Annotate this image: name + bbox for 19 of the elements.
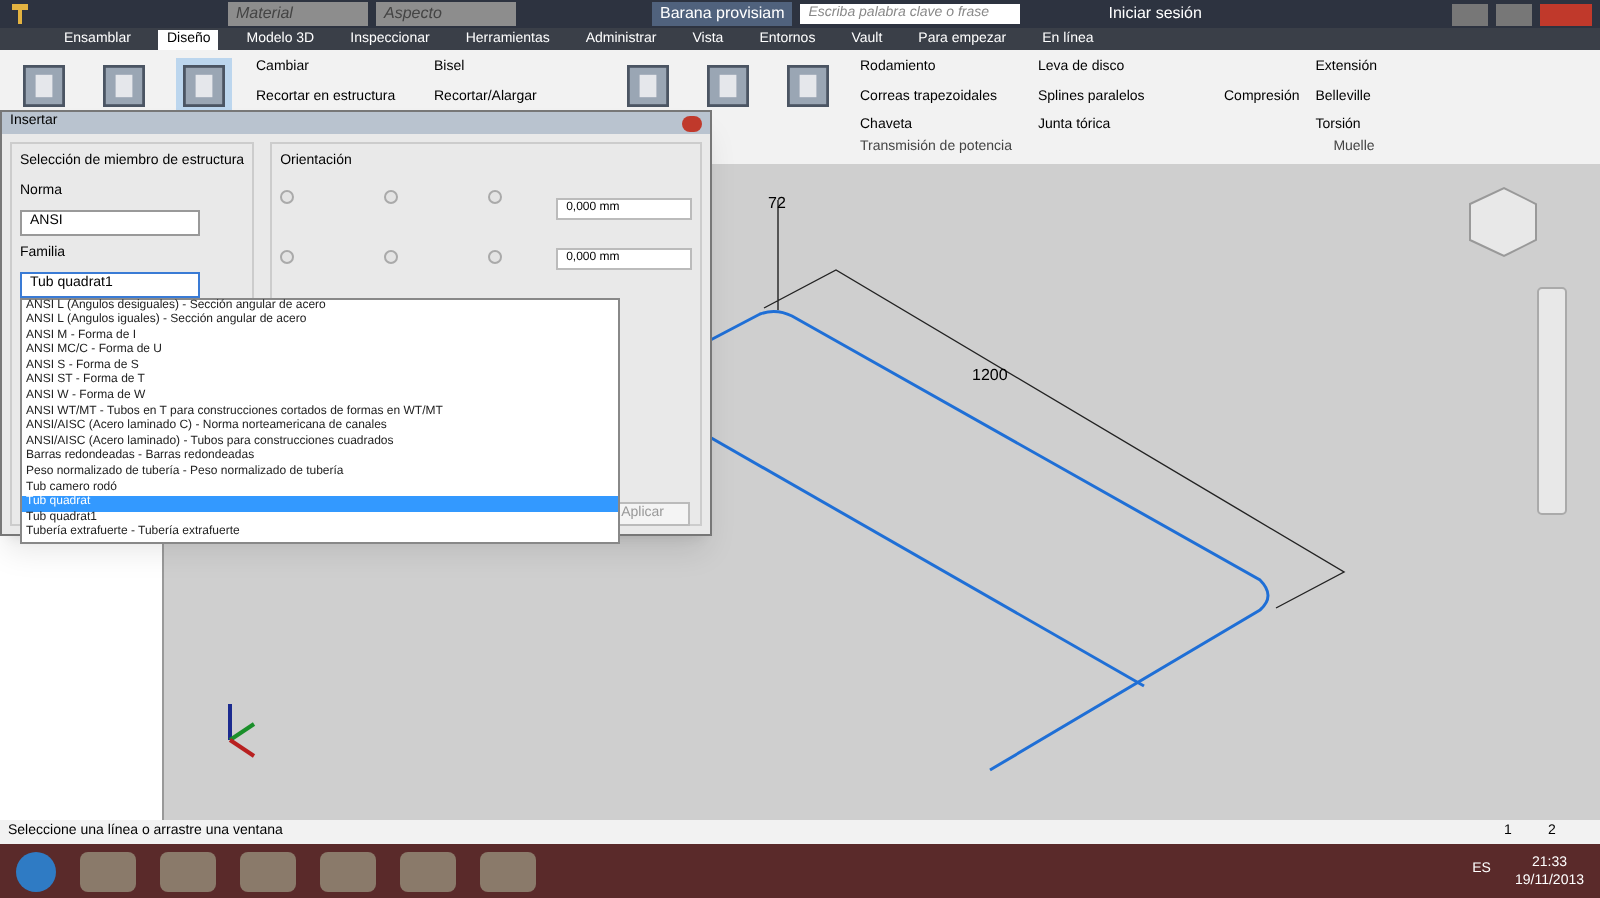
document-title: Barana provisiam	[652, 2, 793, 26]
view-cube-icon[interactable]	[1469, 186, 1537, 258]
radio-button[interactable]	[280, 189, 295, 203]
dimension-text: 72	[768, 194, 786, 212]
radio-button[interactable]	[280, 249, 295, 263]
navigation-bar[interactable]	[1537, 287, 1567, 515]
dimension-text: 1200	[972, 366, 1008, 384]
radio-button[interactable]	[384, 189, 399, 203]
close-button[interactable]	[682, 115, 702, 131]
maximize-button[interactable]	[1496, 3, 1532, 25]
radio-button[interactable]	[488, 189, 503, 203]
radio-button[interactable]	[488, 249, 503, 263]
axis-triad-icon	[228, 704, 256, 758]
radio-button[interactable]	[384, 249, 399, 263]
start-button[interactable]	[16, 851, 56, 891]
minimize-button[interactable]	[1452, 3, 1488, 25]
sign-in-link[interactable]: Iniciar sesión	[1108, 2, 1202, 26]
close-button[interactable]	[1540, 3, 1592, 25]
app-logo-icon[interactable]	[8, 2, 32, 26]
